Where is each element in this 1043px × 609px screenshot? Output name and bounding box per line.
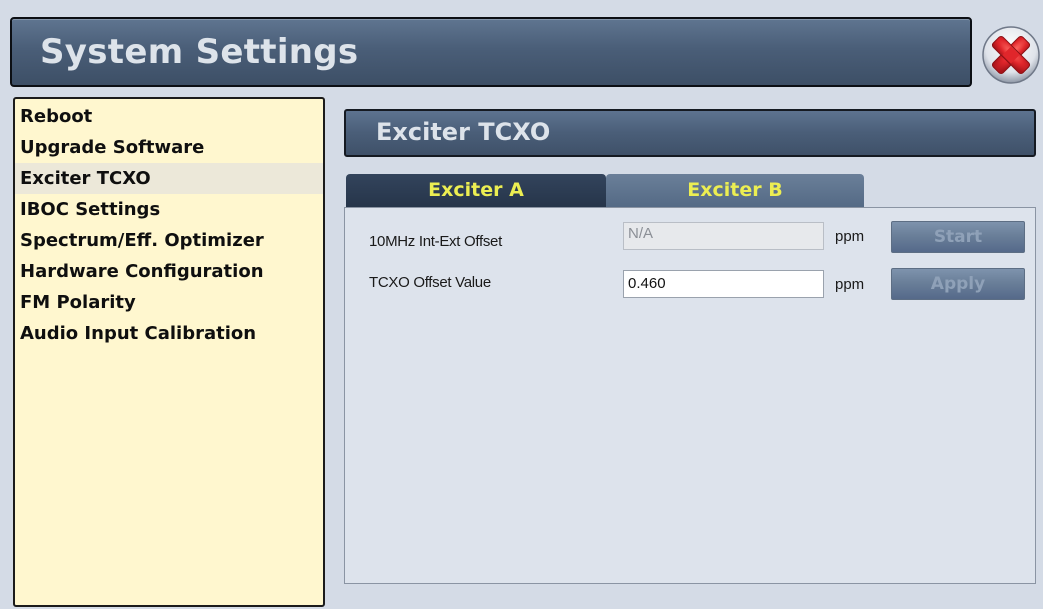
sidebar-menu: Reboot Upgrade Software Exciter TCXO IBO…: [13, 97, 325, 607]
start-button[interactable]: Start: [891, 221, 1025, 253]
section-header: Exciter TCXO: [344, 109, 1036, 157]
sidebar-item-iboc-settings[interactable]: IBOC Settings: [15, 194, 323, 225]
int-ext-offset-label: 10MHz Int-Ext Offset: [369, 233, 502, 250]
sidebar-item-hardware-configuration[interactable]: Hardware Configuration: [15, 256, 323, 287]
tab-exciter-a[interactable]: Exciter A: [346, 174, 606, 207]
tab-content-panel: [344, 207, 1036, 584]
sidebar-item-upgrade-software[interactable]: Upgrade Software: [15, 132, 323, 163]
section-title: Exciter TCXO: [376, 118, 551, 146]
title-bar: System Settings: [10, 17, 972, 87]
sidebar-item-reboot[interactable]: Reboot: [15, 101, 323, 132]
apply-button[interactable]: Apply: [891, 268, 1025, 300]
sidebar-item-fm-polarity[interactable]: FM Polarity: [15, 287, 323, 318]
sidebar-item-spectrum-optimizer[interactable]: Spectrum/Eff. Optimizer: [15, 225, 323, 256]
sidebar-item-exciter-tcxo[interactable]: Exciter TCXO: [15, 163, 323, 194]
close-button[interactable]: [981, 25, 1041, 85]
system-settings-screen: System Settings Reboot Upgrade Software …: [0, 0, 1043, 609]
tcxo-offset-input[interactable]: 0.460: [623, 270, 824, 298]
tcxo-offset-unit: ppm: [835, 276, 865, 293]
int-ext-offset-unit: ppm: [835, 228, 865, 245]
page-title: System Settings: [40, 32, 359, 72]
int-ext-offset-field: N/A: [623, 222, 824, 250]
sidebar-item-audio-input-calibration[interactable]: Audio Input Calibration: [15, 318, 323, 349]
tab-exciter-b[interactable]: Exciter B: [606, 174, 864, 207]
close-icon: [982, 26, 1040, 84]
tcxo-offset-label: TCXO Offset Value: [369, 274, 491, 291]
